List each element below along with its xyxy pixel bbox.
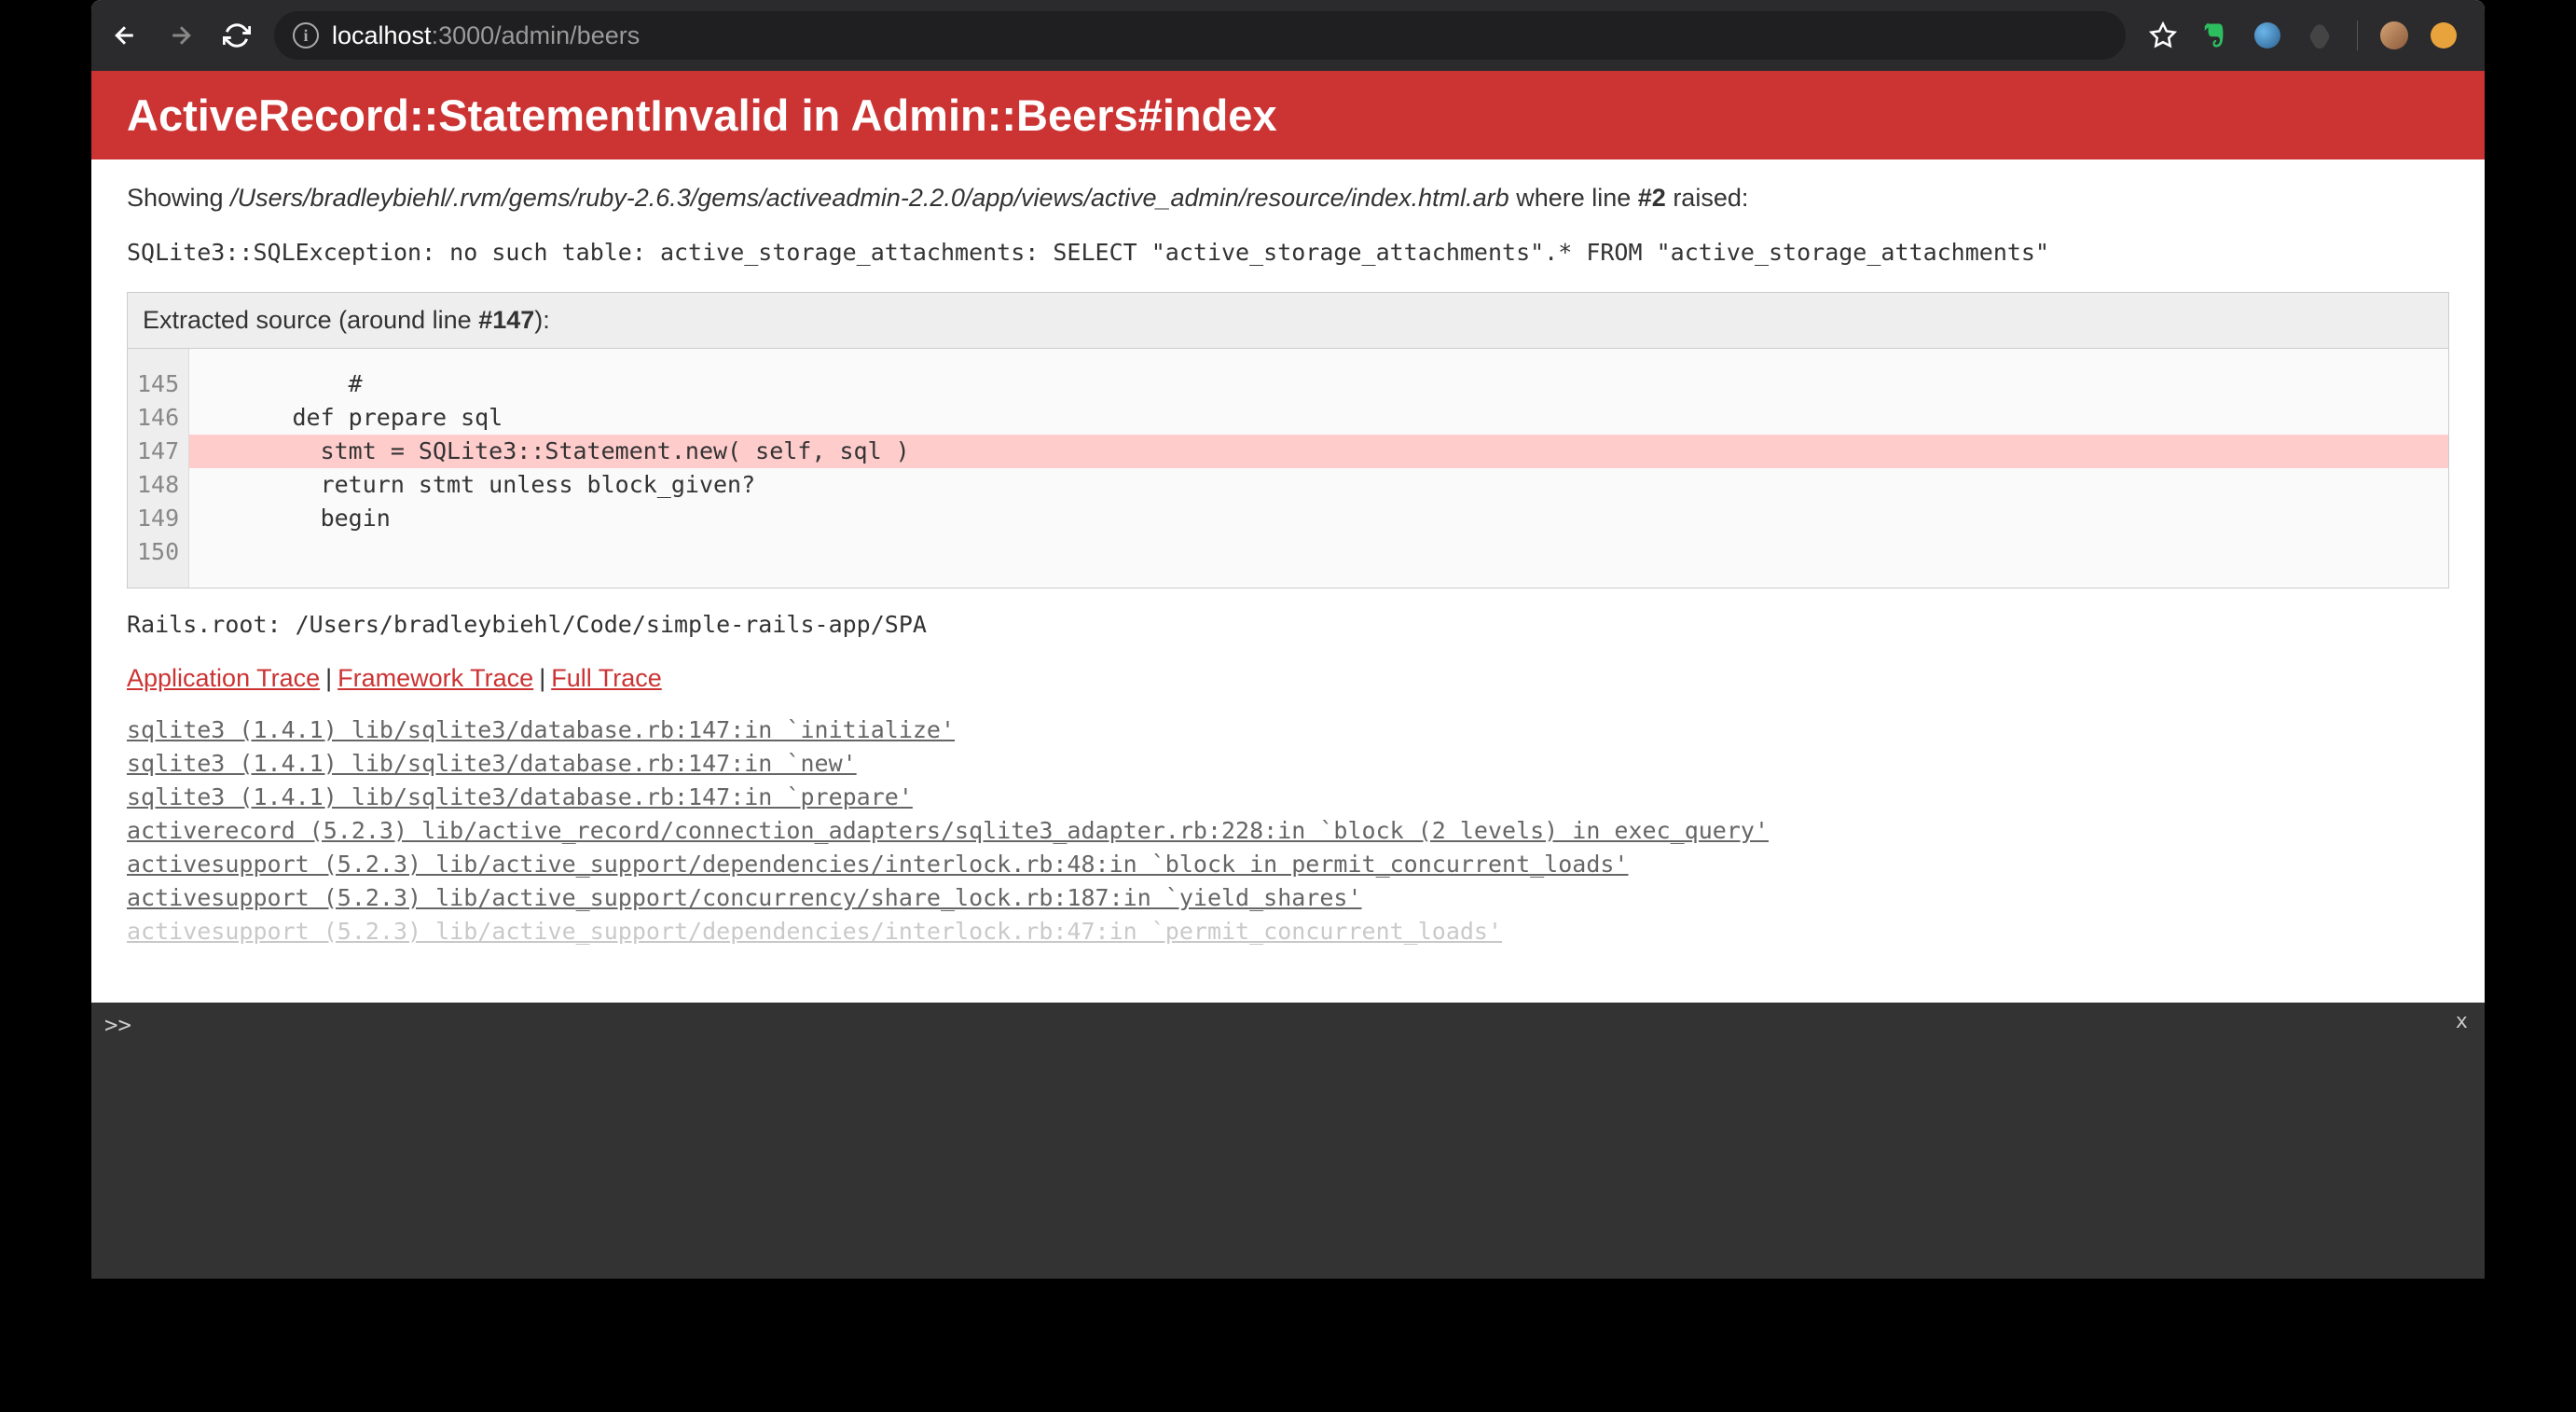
evernote-extension-icon[interactable]	[2200, 21, 2230, 50]
extracted-source-box: Extracted source (around line #147): 145…	[127, 292, 2449, 588]
browser-toolbar: i localhost:3000/admin/beers	[91, 0, 2485, 71]
profile-avatar[interactable]	[2380, 21, 2408, 49]
source-header: Extracted source (around line #147):	[128, 293, 2448, 349]
trace-line[interactable]: activesupport (5.2.3) lib/active_support…	[127, 915, 2449, 948]
forward-button[interactable]	[166, 21, 196, 50]
code-line: return stmt unless block_given?	[189, 468, 2448, 502]
trace-line[interactable]: sqlite3 (1.4.1) lib/sqlite3/database.rb:…	[127, 747, 2449, 781]
console-close-button[interactable]: x	[2456, 1010, 2468, 1033]
trace-line[interactable]: activesupport (5.2.3) lib/active_support…	[127, 881, 2449, 915]
nav-buttons	[110, 21, 252, 50]
console-prompt[interactable]: >>	[91, 1003, 2485, 1047]
framework-trace-link[interactable]: Framework Trace	[337, 664, 533, 692]
source-code: 145 146 147 148 149 150 # def prepare sq…	[128, 349, 2448, 588]
error-body: Showing /Users/bradleybiehl/.rvm/gems/ru…	[91, 159, 2485, 973]
trace-list: sqlite3 (1.4.1) lib/sqlite3/database.rb:…	[127, 713, 2449, 948]
code-line: begin	[189, 502, 2448, 535]
browser-menu-icon[interactable]	[2431, 22, 2457, 48]
code-line: #	[189, 367, 2448, 401]
trace-tabs: Application Trace|Framework Trace|Full T…	[127, 664, 2449, 693]
toolbar-divider	[2357, 21, 2358, 50]
trace-line[interactable]: activerecord (5.2.3) lib/active_record/c…	[127, 814, 2449, 848]
web-console[interactable]: >> x	[91, 1003, 2485, 1279]
site-info-icon[interactable]: i	[293, 22, 319, 48]
extension-icon[interactable]	[2252, 21, 2282, 50]
code-lines: # def prepare sql stmt = SQLite3::Statem…	[189, 349, 2448, 588]
trace-line[interactable]: sqlite3 (1.4.1) lib/sqlite3/database.rb:…	[127, 713, 2449, 747]
application-trace-link[interactable]: Application Trace	[127, 664, 320, 692]
bookmark-star-icon[interactable]	[2148, 21, 2178, 50]
error-title: ActiveRecord::StatementInvalid in Admin:…	[91, 71, 2485, 159]
code-line: def prepare sql	[189, 401, 2448, 435]
reload-button[interactable]	[222, 21, 252, 50]
trace-line[interactable]: sqlite3 (1.4.1) lib/sqlite3/database.rb:…	[127, 781, 2449, 814]
code-line-highlighted: stmt = SQLite3::Statement.new( self, sql…	[189, 435, 2448, 468]
trace-line[interactable]: activesupport (5.2.3) lib/active_support…	[127, 848, 2449, 881]
extension-icon-2[interactable]	[2305, 21, 2335, 50]
rails-root: Rails.root: /Users/bradleybiehl/Code/sim…	[127, 611, 2449, 638]
toolbar-right	[2148, 21, 2466, 50]
line-numbers: 145 146 147 148 149 150	[128, 349, 189, 588]
url-text: localhost:3000/admin/beers	[332, 21, 640, 50]
back-button[interactable]	[110, 21, 140, 50]
showing-line: Showing /Users/bradleybiehl/.rvm/gems/ru…	[127, 184, 2449, 213]
address-bar[interactable]: i localhost:3000/admin/beers	[274, 11, 2126, 60]
full-trace-link[interactable]: Full Trace	[551, 664, 662, 692]
exception-message: SQLite3::SQLException: no such table: ac…	[127, 239, 2449, 266]
